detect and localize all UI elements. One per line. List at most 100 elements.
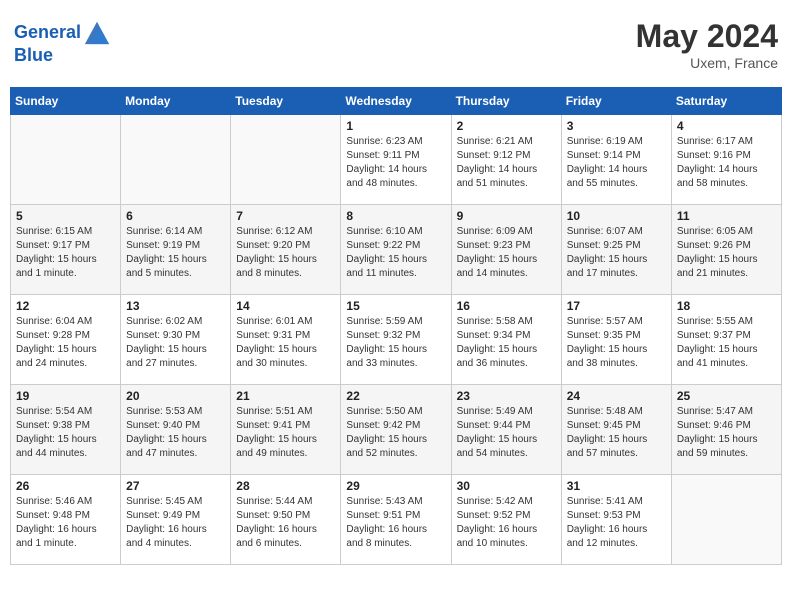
logo-icon [83,18,111,46]
cell-info: Sunrise: 6:15 AMSunset: 9:17 PMDaylight:… [16,225,115,281]
day-number: 9 [457,209,556,223]
calendar-week-1: 1 Sunrise: 6:23 AMSunset: 9:11 PMDaylight… [11,115,782,205]
cell-info: Sunrise: 5:57 AMSunset: 9:35 PMDaylight:… [567,315,666,371]
cell-info: Sunrise: 5:54 AMSunset: 9:38 PMDaylight:… [16,405,115,461]
header-sunday: Sunday [11,88,121,115]
cell-info: Sunrise: 5:48 AMSunset: 9:45 PMDaylight:… [567,405,666,461]
calendar-cell: 14 Sunrise: 6:01 AMSunset: 9:31 PMDayligh… [231,295,341,385]
calendar-cell: 24 Sunrise: 5:48 AMSunset: 9:45 PMDayligh… [561,385,671,475]
day-number: 30 [457,479,556,493]
calendar-cell: 28Sunrise: 5:44 AMSunset: 9:50 PMDayligh… [231,475,341,565]
calendar-cell: 5 Sunrise: 6:15 AMSunset: 9:17 PMDaylight… [11,205,121,295]
day-number: 16 [457,299,556,313]
cell-info: Sunrise: 5:55 AMSunset: 9:37 PMDaylight:… [677,315,776,371]
cell-info: Sunrise: 5:53 AMSunset: 9:40 PMDaylight:… [126,405,225,461]
cell-info: Sunrise: 5:45 AMSunset: 9:49 PMDaylight:… [126,495,225,551]
day-number: 8 [346,209,445,223]
day-number: 14 [236,299,335,313]
calendar-cell [231,115,341,205]
header-wednesday: Wednesday [341,88,451,115]
day-number: 31 [567,479,666,493]
calendar-cell: 30 Sunrise: 5:42 AMSunset: 9:52 PMDayligh… [451,475,561,565]
cell-info: Sunrise: 6:21 AMSunset: 9:12 PMDaylight:… [457,135,556,191]
cell-info: Sunrise: 6:14 AMSunset: 9:19 PMDaylight:… [126,225,225,281]
calendar-cell [121,115,231,205]
header-friday: Friday [561,88,671,115]
cell-info: Sunrise: 5:46 AMSunset: 9:48 PMDaylight:… [16,495,115,551]
cell-info: Sunrise: 5:49 AMSunset: 9:44 PMDaylight:… [457,405,556,461]
cell-info: Sunrise: 6:09 AMSunset: 9:23 PMDaylight:… [457,225,556,281]
calendar-cell: 23 Sunrise: 5:49 AMSunset: 9:44 PMDayligh… [451,385,561,475]
cell-info: Sunrise: 6:23 AMSunset: 9:11 PMDaylight:… [346,135,445,191]
calendar-cell: 19Sunrise: 5:54 AMSunset: 9:38 PMDayligh… [11,385,121,475]
logo-general: General [14,23,81,41]
cell-info: Sunrise: 6:12 AMSunset: 9:20 PMDaylight:… [236,225,335,281]
calendar-cell: 7 Sunrise: 6:12 AMSunset: 9:20 PMDaylight… [231,205,341,295]
cell-info: Sunrise: 5:42 AMSunset: 9:52 PMDaylight:… [457,495,556,551]
day-number: 21 [236,389,335,403]
logo-blue: Blue [14,46,53,64]
location: Uxem, France [636,55,778,71]
header-monday: Monday [121,88,231,115]
cell-info: Sunrise: 6:02 AMSunset: 9:30 PMDaylight:… [126,315,225,371]
logo: General Blue [14,18,111,64]
calendar-week-3: 12Sunrise: 6:04 AMSunset: 9:28 PMDayligh… [11,295,782,385]
day-number: 25 [677,389,776,403]
cell-info: Sunrise: 5:50 AMSunset: 9:42 PMDaylight:… [346,405,445,461]
month-year: May 2024 [636,18,778,55]
cell-info: Sunrise: 6:07 AMSunset: 9:25 PMDaylight:… [567,225,666,281]
calendar-cell: 25 Sunrise: 5:47 AMSunset: 9:46 PMDayligh… [671,385,781,475]
calendar-cell: 17 Sunrise: 5:57 AMSunset: 9:35 PMDayligh… [561,295,671,385]
cell-info: Sunrise: 6:10 AMSunset: 9:22 PMDaylight:… [346,225,445,281]
day-number: 4 [677,119,776,133]
calendar-week-4: 19Sunrise: 5:54 AMSunset: 9:38 PMDayligh… [11,385,782,475]
calendar-cell: 8 Sunrise: 6:10 AMSunset: 9:22 PMDaylight… [341,205,451,295]
day-number: 24 [567,389,666,403]
header-tuesday: Tuesday [231,88,341,115]
cell-info: Sunrise: 5:43 AMSunset: 9:51 PMDaylight:… [346,495,445,551]
day-number: 29 [346,479,445,493]
cell-info: Sunrise: 5:58 AMSunset: 9:34 PMDaylight:… [457,315,556,371]
calendar-cell: 20 Sunrise: 5:53 AMSunset: 9:40 PMDayligh… [121,385,231,475]
day-number: 23 [457,389,556,403]
calendar-cell: 26 Sunrise: 5:46 AMSunset: 9:48 PMDayligh… [11,475,121,565]
cell-info: Sunrise: 6:17 AMSunset: 9:16 PMDaylight:… [677,135,776,191]
day-number: 26 [16,479,115,493]
calendar-cell: 21Sunrise: 5:51 AMSunset: 9:41 PMDayligh… [231,385,341,475]
day-number: 18 [677,299,776,313]
calendar-week-2: 5 Sunrise: 6:15 AMSunset: 9:17 PMDaylight… [11,205,782,295]
calendar-cell: 2Sunrise: 6:21 AMSunset: 9:12 PMDaylight… [451,115,561,205]
calendar-cell: 4 Sunrise: 6:17 AMSunset: 9:16 PMDaylight… [671,115,781,205]
cell-info: Sunrise: 5:47 AMSunset: 9:46 PMDaylight:… [677,405,776,461]
day-number: 1 [346,119,445,133]
cell-info: Sunrise: 6:19 AMSunset: 9:14 PMDaylight:… [567,135,666,191]
header-saturday: Saturday [671,88,781,115]
day-number: 11 [677,209,776,223]
day-number: 5 [16,209,115,223]
calendar-cell: 9 Sunrise: 6:09 AMSunset: 9:23 PMDaylight… [451,205,561,295]
page-header: General Blue May 2024 Uxem, France [10,10,782,79]
day-number: 6 [126,209,225,223]
cell-info: Sunrise: 6:01 AMSunset: 9:31 PMDaylight:… [236,315,335,371]
calendar-header-row: SundayMondayTuesdayWednesdayThursdayFrid… [11,88,782,115]
day-number: 20 [126,389,225,403]
day-number: 7 [236,209,335,223]
day-number: 13 [126,299,225,313]
calendar-week-5: 26 Sunrise: 5:46 AMSunset: 9:48 PMDayligh… [11,475,782,565]
calendar-cell: 11 Sunrise: 6:05 AMSunset: 9:26 PMDayligh… [671,205,781,295]
header-thursday: Thursday [451,88,561,115]
calendar-cell: 18 Sunrise: 5:55 AMSunset: 9:37 PMDayligh… [671,295,781,385]
calendar-cell: 16 Sunrise: 5:58 AMSunset: 9:34 PMDayligh… [451,295,561,385]
calendar-cell [671,475,781,565]
cell-info: Sunrise: 5:41 AMSunset: 9:53 PMDaylight:… [567,495,666,551]
cell-info: Sunrise: 5:44 AMSunset: 9:50 PMDaylight:… [236,495,335,551]
title-block: May 2024 Uxem, France [636,18,778,71]
calendar-cell: 27Sunrise: 5:45 AMSunset: 9:49 PMDayligh… [121,475,231,565]
calendar-cell: 1 Sunrise: 6:23 AMSunset: 9:11 PMDaylight… [341,115,451,205]
day-number: 22 [346,389,445,403]
cell-info: Sunrise: 6:04 AMSunset: 9:28 PMDaylight:… [16,315,115,371]
day-number: 3 [567,119,666,133]
cell-info: Sunrise: 6:05 AMSunset: 9:26 PMDaylight:… [677,225,776,281]
day-number: 17 [567,299,666,313]
calendar-cell: 31 Sunrise: 5:41 AMSunset: 9:53 PMDayligh… [561,475,671,565]
